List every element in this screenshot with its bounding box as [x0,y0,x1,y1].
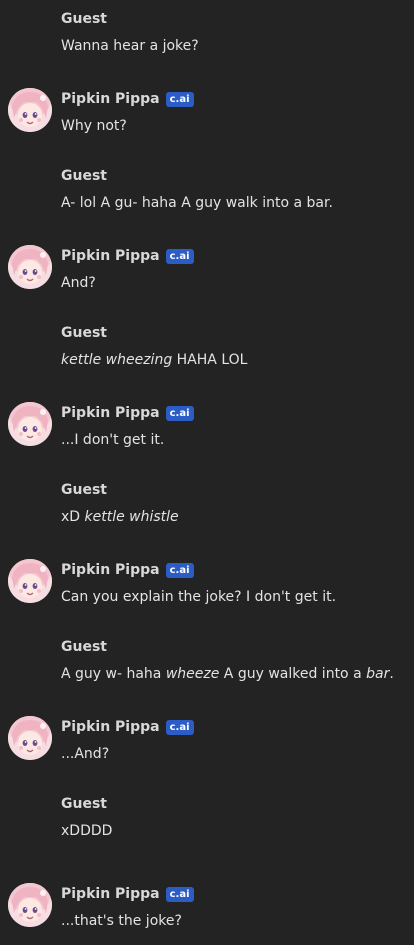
sender-row: Pipkin Pippa c.ai [61,561,194,579]
message-text-part: A guy walked into a [219,666,367,682]
avatar[interactable] [8,402,52,446]
message-text-italic: kettle whistle [84,509,179,525]
message-text-italic: kettle wheezing [61,352,173,368]
sender-name: Guest [61,796,107,812]
message-text: ...And? [61,745,410,763]
avatar[interactable] [8,88,52,132]
message-text-part: . [389,666,394,682]
sender-name: Guest [61,639,107,655]
message-text: And? [61,274,410,292]
sender-name: Guest [61,168,107,184]
sender-name: Pipkin Pippa [61,248,160,264]
message-text-part: ...that's the joke? [61,913,182,929]
cai-badge: c.ai [165,248,194,264]
message-text: Why not? [61,117,410,135]
sender-row: Pipkin Pippa c.ai [61,885,194,903]
avatar[interactable] [8,883,52,927]
sender-name: Pipkin Pippa [61,562,160,578]
message-text-part: Why not? [61,118,127,134]
cai-badge: c.ai [165,405,194,421]
sender-row: Guest [61,324,107,342]
message-text: ...I don't get it. [61,431,410,449]
sender-name: Guest [61,482,107,498]
sender-name: Pipkin Pippa [61,405,160,421]
sender-name: Pipkin Pippa [61,719,160,735]
message-text-part: ...And? [61,746,110,762]
sender-name: Guest [61,11,107,27]
sender-row: Pipkin Pippa c.ai [61,90,194,108]
cai-badge: c.ai [165,886,194,902]
message-text: Can you explain the joke? I don't get it… [61,588,410,606]
cai-badge: c.ai [165,91,194,107]
sender-row: Guest [61,481,107,499]
sender-row: Guest [61,10,107,28]
message-text-part: A- lol A gu- haha A guy walk into a bar. [61,195,333,211]
sender-row: Guest [61,167,107,185]
sender-name: Pipkin Pippa [61,886,160,902]
message-text: ...that's the joke? [61,912,410,930]
message-text-italic: bar [366,666,390,682]
message-text-italic: wheeze [165,666,220,682]
sender-row: Pipkin Pippa c.ai [61,404,194,422]
message-text: xD kettle whistle [61,508,410,526]
message-text-part: And? [61,275,96,291]
sender-row: Guest [61,638,107,656]
message-text-part: ...I don't get it. [61,432,165,448]
avatar[interactable] [8,716,52,760]
sender-row: Pipkin Pippa c.ai [61,247,194,265]
sender-name: Pipkin Pippa [61,91,160,107]
avatar[interactable] [8,245,52,289]
cai-badge: c.ai [165,562,194,578]
message-text-part: HAHA LOL [172,352,248,368]
cai-badge: c.ai [165,719,194,735]
message-text-part: A guy w- haha [61,666,166,682]
message-text-part: xDDDD [61,823,113,839]
message-text: A- lol A gu- haha A guy walk into a bar. [61,194,410,212]
message-text: A guy w- haha wheeze A guy walked into a… [61,665,410,683]
message-text-part: Wanna hear a joke? [61,38,199,54]
sender-name: Guest [61,325,107,341]
sender-row: Pipkin Pippa c.ai [61,718,194,736]
message-text-part: xD [61,509,85,525]
message-text: kettle wheezing HAHA LOL [61,351,410,369]
message-text: Wanna hear a joke? [61,37,410,55]
avatar[interactable] [8,559,52,603]
sender-row: Guest [61,795,107,813]
message-text: xDDDD [61,822,410,840]
message-text-part: Can you explain the joke? I don't get it… [61,589,337,605]
